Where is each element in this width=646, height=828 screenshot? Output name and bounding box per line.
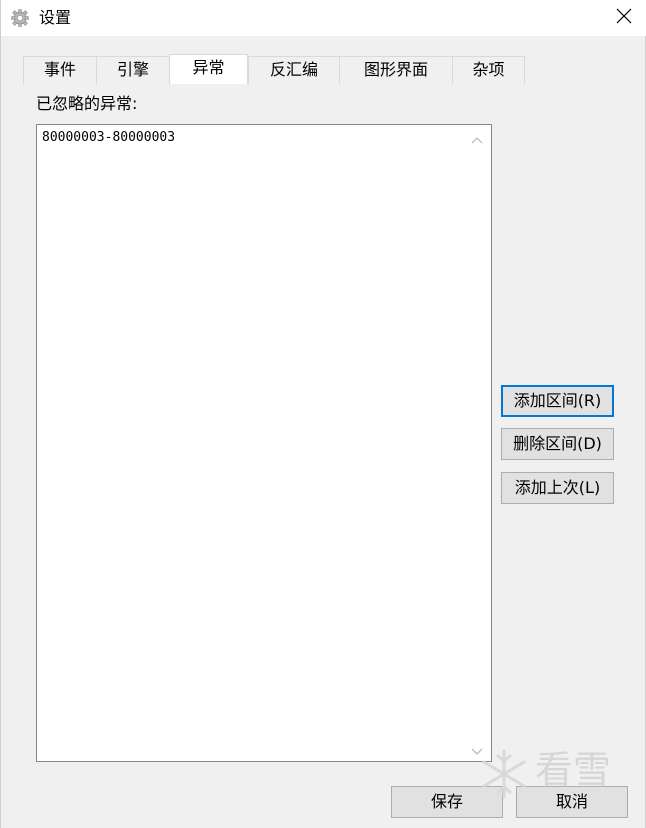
title-bar: 设置 <box>1 0 646 36</box>
settings-dialog: 设置 事件 引擎 异常 反汇编 图形界面 杂项 已忽略的异常: 80000003… <box>0 0 646 828</box>
ignored-exceptions-list[interactable]: 80000003-80000003 <box>36 124 492 762</box>
vertical-scrollbar[interactable] <box>463 125 491 761</box>
watermark-text: 看雪 <box>535 748 612 792</box>
close-icon <box>616 8 632 28</box>
chevron-up-icon[interactable] <box>470 132 484 144</box>
tab-misc[interactable]: 杂项 <box>452 56 525 84</box>
add-last-button[interactable]: 添加上次(L) <box>501 472 614 504</box>
ignored-exceptions-label: 已忽略的异常: <box>36 94 138 113</box>
tab-gui[interactable]: 图形界面 <box>339 56 452 84</box>
tab-disassembly[interactable]: 反汇编 <box>248 56 339 84</box>
snowflake-icon <box>477 747 531 805</box>
watermark: 看雪 <box>475 745 635 805</box>
tab-engine[interactable]: 引擎 <box>96 56 169 84</box>
close-button[interactable] <box>601 0 646 36</box>
tab-exceptions[interactable]: 异常 <box>169 54 248 84</box>
tab-strip: 事件 引擎 异常 反汇编 图形界面 杂项 <box>23 54 525 84</box>
window-title: 设置 <box>39 8 72 27</box>
tab-events[interactable]: 事件 <box>23 56 96 84</box>
list-item[interactable]: 80000003-80000003 <box>42 129 175 147</box>
add-range-button[interactable]: 添加区间(R) <box>501 385 614 417</box>
delete-range-button[interactable]: 删除区间(D) <box>501 428 614 460</box>
gear-icon <box>10 8 30 28</box>
